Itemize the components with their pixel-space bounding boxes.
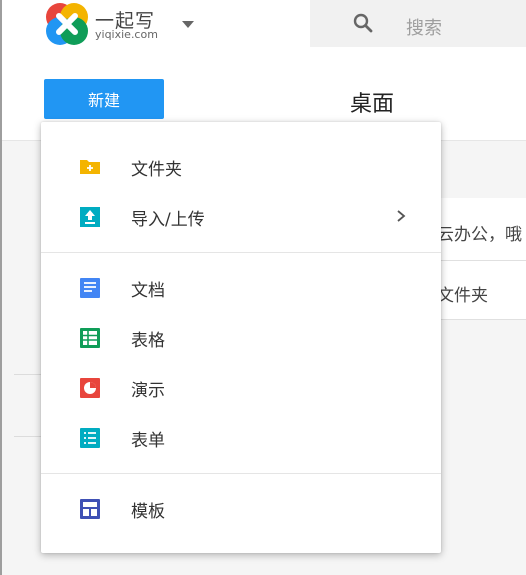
logo-domain: yiqixie.com — [95, 28, 158, 41]
menu-item-label: 导入/上传 — [131, 210, 205, 230]
new-button[interactable]: 新建 — [44, 79, 164, 119]
chevron-right-icon — [397, 210, 406, 222]
menu-item-spreadsheet[interactable]: 表格 — [41, 313, 441, 363]
template-icon — [80, 499, 100, 519]
menu-item-template[interactable]: 模板 — [41, 484, 441, 534]
menu-item-label: 表单 — [131, 431, 165, 451]
divider — [14, 436, 44, 437]
spreadsheet-icon — [80, 328, 100, 348]
divider — [14, 374, 44, 375]
menu-divider — [41, 473, 441, 474]
upload-icon — [80, 207, 100, 227]
page-title: 桌面 — [350, 92, 395, 117]
menu-item-label: 模板 — [131, 502, 165, 522]
menu-item-label: 文档 — [131, 281, 165, 301]
menu-item-label: 表格 — [131, 331, 165, 351]
search-icon[interactable] — [353, 13, 373, 33]
search-input[interactable]: 搜索 — [406, 14, 442, 40]
form-icon — [80, 428, 100, 448]
menu-item-label: 演示 — [131, 381, 165, 401]
document-icon — [80, 278, 100, 298]
menu-item-document[interactable]: 文档 — [41, 263, 441, 313]
menu-divider — [41, 252, 441, 253]
new-menu: 文件夹 导入/上传 文档 表格 演示 表单 模板 — [41, 122, 441, 553]
menu-item-presentation[interactable]: 演示 — [41, 363, 441, 413]
yiqixie-logo[interactable] — [45, 2, 89, 46]
menu-item-form[interactable]: 表单 — [41, 413, 441, 463]
menu-item-folder[interactable]: 文件夹 — [41, 142, 441, 192]
folder-add-icon — [80, 160, 100, 174]
menu-item-import[interactable]: 导入/上传 — [41, 192, 441, 242]
caret-down-icon[interactable] — [180, 16, 196, 32]
presentation-icon — [80, 378, 100, 398]
menu-item-label: 文件夹 — [131, 160, 182, 180]
